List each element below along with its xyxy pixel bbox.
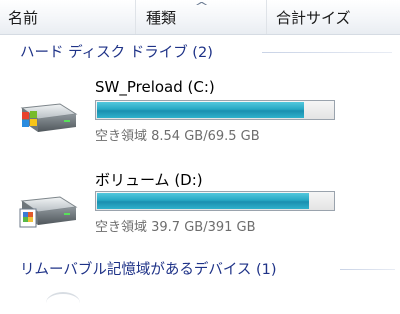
windows-drive-icon (20, 103, 78, 132)
drive-usage-fill (97, 193, 309, 209)
drive-usage-fill (97, 102, 304, 118)
group-divider (340, 269, 395, 270)
removable-drive-icon (46, 292, 80, 314)
group-heading-removable[interactable]: リムーバブル記憶域があるデバイス (1) (20, 258, 277, 279)
column-header-name[interactable]: 名前 (8, 0, 133, 34)
drive-item-c[interactable]: SW_Preload (C:) 空き領域 8.54 GB/69.5 GB (0, 78, 400, 153)
column-header-type-label: 種類 (146, 8, 177, 27)
column-header-name-label: 名前 (8, 8, 39, 27)
drive-name: ボリューム (D:) (95, 171, 203, 189)
drive-item-d[interactable]: ボリューム (D:) 空き領域 39.7 GB/391 GB (0, 169, 400, 244)
drive-usage-bar (95, 100, 335, 120)
group-divider (262, 52, 392, 53)
column-divider[interactable] (266, 0, 267, 34)
column-header-bar: 名前 種類 ^ 合計サイズ (0, 0, 400, 35)
data-drive-icon (19, 196, 78, 228)
drive-free-space: 空き領域 39.7 GB/391 GB (95, 220, 256, 235)
drive-usage-bar (95, 191, 335, 211)
drive-name: SW_Preload (C:) (95, 78, 215, 96)
sort-ascending-icon: ^ (194, 0, 209, 13)
drive-free-space: 空き領域 8.54 GB/69.5 GB (95, 129, 260, 144)
column-header-total-size[interactable]: 合計サイズ (276, 0, 396, 34)
column-divider[interactable] (135, 0, 136, 34)
column-header-total-size-label: 合計サイズ (276, 8, 351, 27)
group-heading-hard-disk[interactable]: ハード ディスク ドライブ (2) (20, 41, 213, 62)
